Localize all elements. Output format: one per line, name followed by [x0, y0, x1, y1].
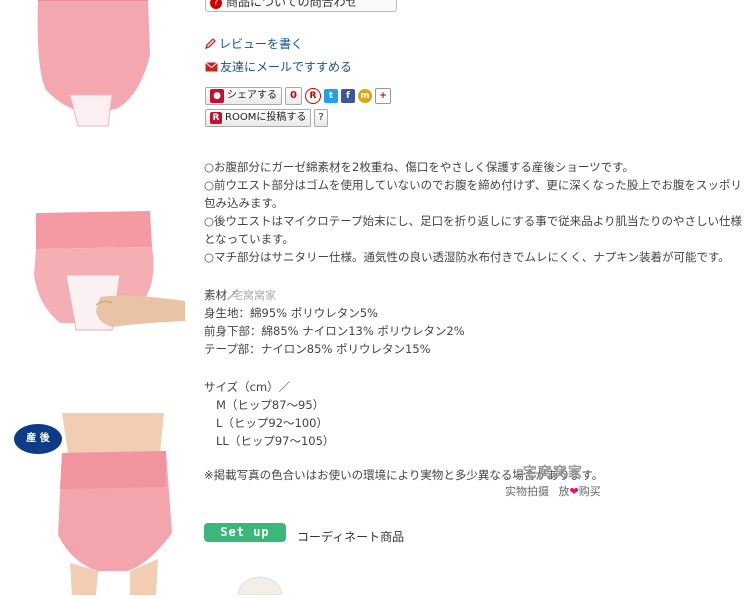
share-count-value: 0 — [290, 90, 297, 101]
help-icon: ? — [318, 112, 324, 123]
room-post-label: ROOMに投稿する — [225, 112, 307, 123]
share-people-icon: ● — [210, 89, 224, 103]
postpartum-badge: 産 後 — [14, 424, 62, 454]
product-image-front — [0, 0, 185, 130]
mail-icon — [205, 61, 218, 75]
write-review-label: レビューを書く — [219, 37, 304, 51]
share-count: 0 — [285, 87, 302, 105]
size-line: L（ヒップ92～100） — [216, 416, 328, 430]
size-heading: サイズ（cm）／ — [204, 380, 291, 394]
product-image-back — [0, 205, 185, 340]
watermark-small: 宅窝窝家 — [232, 289, 276, 302]
product-description: ○お腹部分にガーゼ綿素材を2枚重ね、傷口をやさしく保護する産後ショーツです。 ○… — [204, 158, 744, 266]
room-r-icon: R — [210, 112, 222, 124]
material-line: 身生地：綿95% ポリウレタン5% — [204, 306, 378, 320]
mixi-icon[interactable]: m — [357, 89, 372, 103]
plus-icon[interactable]: + — [374, 88, 391, 104]
description-line: ○マチ部分はサニタリー仕様。通気性の良い透湿防水布付きでムレにくく、ナプキン装着… — [204, 250, 730, 264]
size-section: サイズ（cm）／ M（ヒップ87～95） L（ヒップ92～100） LL（ヒップ… — [204, 378, 334, 450]
twitter-icon[interactable]: t — [323, 89, 338, 103]
watermark-caption: 实物拍摄 放❤购买 — [505, 485, 601, 498]
recommend-by-mail-label: 友達にメールですすめる — [220, 60, 353, 74]
room-share-row: R ROOMに投稿する ? — [205, 109, 328, 127]
material-line: 前身下部：綿85% ナイロン13% ポリウレタン2% — [204, 324, 465, 338]
recommend-by-mail-link[interactable]: 友達にメールですすめる — [205, 58, 352, 75]
description-line: ○お腹部分にガーゼ綿素材を2枚重ね、傷口をやさしく保護する産後ショーツです。 — [204, 160, 634, 174]
setup-button[interactable]: Set up — [204, 523, 286, 542]
room-post-button[interactable]: R ROOMに投稿する — [205, 109, 312, 127]
share-button[interactable]: ● シェアする — [205, 87, 282, 105]
product-inquiry-button[interactable]: ? 商品についての問合わせ — [205, 0, 397, 12]
watermark: 宅窝窝家 实物拍摄 放❤购买 — [505, 462, 601, 499]
pencil-icon — [204, 37, 217, 52]
room-help-button[interactable]: ? — [314, 109, 328, 127]
description-line: ○前ウエスト部分はゴムを使用していないのでお腹を締め付けず、更に深くなった股上で… — [204, 178, 742, 210]
coordinate-product-thumbnail[interactable] — [232, 575, 288, 596]
coordinate-products-label: コーディネート商品 — [297, 530, 405, 544]
inquiry-label: 商品についての問合わせ — [226, 0, 358, 9]
share-toolbar: ● シェアする 0 R t f m + — [205, 87, 391, 105]
material-line: テープ部：ナイロン85% ポリウレタン15% — [204, 342, 431, 356]
heart-icon: ❤ — [569, 485, 579, 498]
write-review-link[interactable]: レビューを書く — [204, 35, 304, 52]
question-icon: ? — [210, 0, 222, 9]
size-line: LL（ヒップ97～105） — [216, 434, 335, 448]
description-line: ○後ウエストはマイクロテープ始末にし、足口を折り返しにする事で従来品より肌当たり… — [204, 214, 742, 246]
share-button-label: シェアする — [227, 90, 277, 101]
size-line: M（ヒップ87～95） — [216, 398, 325, 412]
rakuten-r-icon[interactable]: R — [304, 88, 321, 104]
facebook-icon[interactable]: f — [340, 89, 355, 103]
watermark-brand: 宅窝窝家 — [522, 465, 583, 481]
